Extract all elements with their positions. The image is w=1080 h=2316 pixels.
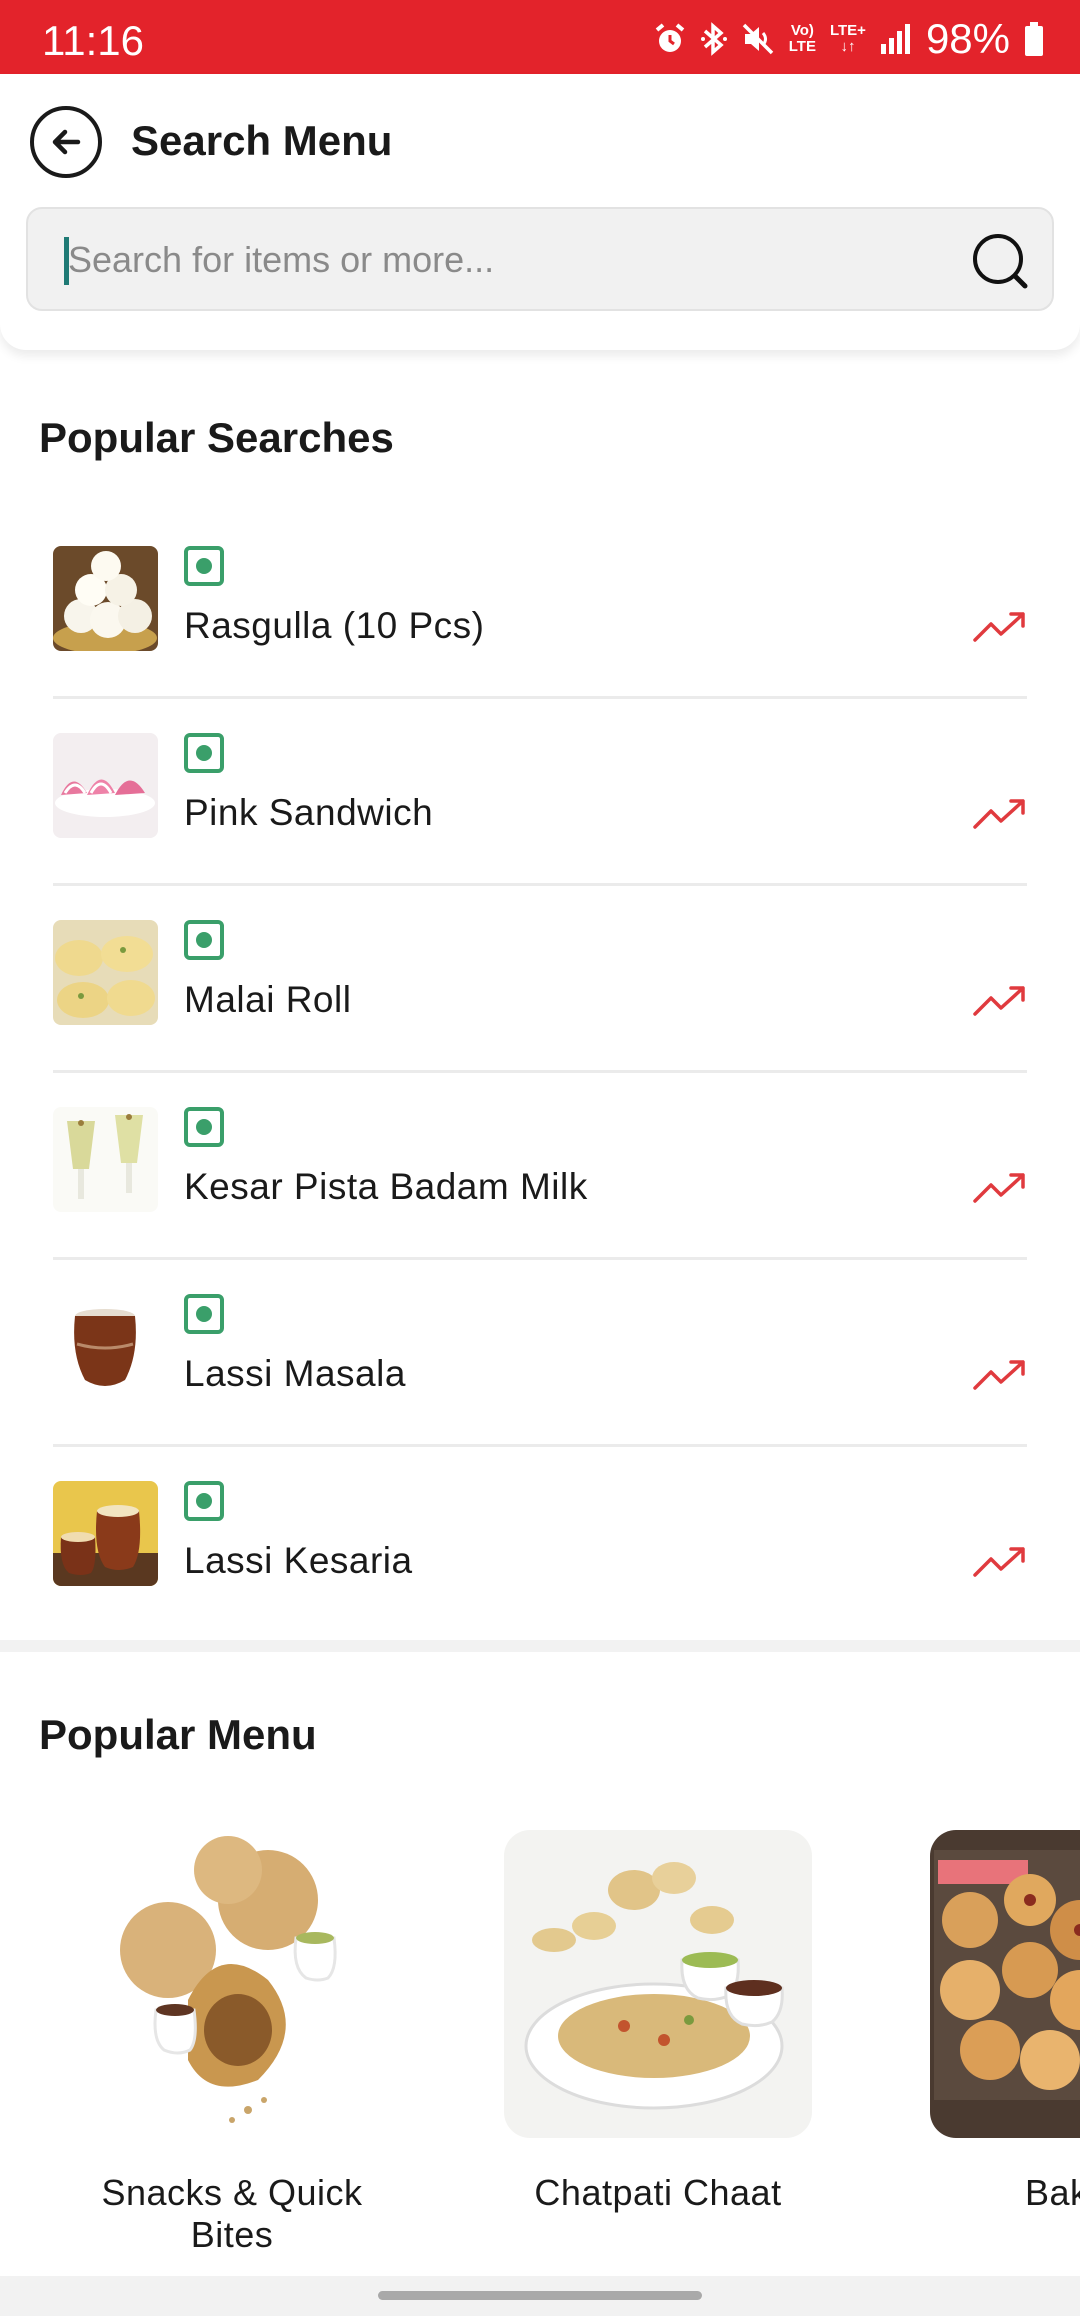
search-icon (973, 234, 1028, 289)
trending-up-icon (973, 799, 1025, 829)
section-divider (0, 1640, 1080, 1652)
battery-percent: 98% (925, 15, 1010, 62)
status-time: 11:16 (42, 17, 144, 64)
veg-icon (184, 920, 224, 960)
kesar-pista-badam-milk-image (53, 1107, 158, 1212)
search-input[interactable] (68, 229, 928, 291)
lassi-kesaria-image (53, 1481, 158, 1586)
popular-searches-title: Popular Searches (39, 414, 394, 461)
list-item[interactable]: Kesar Pista Badam Milk (53, 1073, 1027, 1260)
trending-up-icon (973, 986, 1025, 1016)
item-name: Malai Roll (184, 979, 352, 1020)
trending-up-icon (973, 1173, 1025, 1203)
page-title: Search Menu (131, 117, 393, 164)
veg-icon (184, 1294, 224, 1334)
snacks-image (78, 1830, 386, 2138)
search-box[interactable] (26, 207, 1054, 311)
malai-roll-image (53, 920, 158, 1025)
item-name: Lassi Masala (184, 1353, 406, 1394)
back-button[interactable] (30, 106, 102, 178)
home-indicator[interactable] (378, 2291, 702, 2300)
veg-icon (184, 546, 224, 586)
menu-category-label: Chatpati Chaat (534, 2172, 782, 2213)
pink-sandwich-image (53, 733, 158, 838)
chatpati-chaat-image (504, 1830, 812, 2138)
menu-category-label: Snacks & Quick Bites (101, 2172, 363, 2256)
menu-category-card[interactable]: Snacks & Quick Bites (77, 1830, 387, 2257)
text-cursor (64, 237, 69, 285)
list-item[interactable]: Lassi Masala (53, 1260, 1027, 1447)
item-name: Lassi Kesaria (184, 1540, 413, 1581)
item-name: Rasgulla (10 Pcs) (184, 605, 485, 646)
list-item[interactable]: Pink Sandwich (53, 699, 1027, 886)
trending-up-icon (973, 1360, 1025, 1390)
trending-up-icon (973, 1547, 1025, 1577)
bluetooth-icon (700, 22, 727, 56)
navigation-gesture-area (0, 2276, 1080, 2316)
popular-menu-carousel[interactable]: Snacks & Quick Bites Chatpati Chaat Bak (0, 1830, 1080, 2260)
popular-searches-list: Rasgulla (10 Pcs) Pink Sandwich Malai Ro… (53, 512, 1027, 1634)
menu-category-card[interactable]: Chatpati Chaat (503, 1830, 813, 2214)
list-item[interactable]: Malai Roll (53, 886, 1027, 1073)
volte-indicator: Vo) LTE (788, 22, 816, 55)
list-item[interactable]: Lassi Kesaria (53, 1447, 1027, 1634)
lassi-masala-image (53, 1294, 158, 1399)
status-icons: Vo) LTE LTE+ ↓↑ 98% (653, 18, 1044, 60)
item-name: Pink Sandwich (184, 792, 434, 833)
veg-icon (184, 1481, 224, 1521)
rasgulla-image (53, 546, 158, 651)
trending-up-icon (973, 612, 1025, 642)
lte-indicator: LTE+ ↓↑ (829, 22, 866, 55)
menu-category-card[interactable]: Bak (929, 1830, 1080, 2214)
veg-icon (184, 1107, 224, 1147)
back-arrow-icon (52, 129, 81, 155)
item-name: Kesar Pista Badam Milk (184, 1166, 588, 1207)
popular-menu-title: Popular Menu (39, 1711, 317, 1758)
veg-icon (184, 733, 224, 773)
bakery-image (930, 1830, 1080, 2138)
list-item[interactable]: Rasgulla (10 Pcs) (53, 512, 1027, 699)
search-button[interactable] (970, 231, 1030, 291)
signal-icon (880, 24, 910, 54)
menu-category-label: Bak (1025, 2172, 1080, 2213)
alarm-icon (655, 23, 685, 52)
battery-icon (1025, 22, 1043, 56)
status-bar: 11:16 Vo) LTE LTE+ ↓↑ 98% (0, 0, 1080, 74)
mute-icon (742, 23, 773, 55)
search-header: Search Menu (0, 74, 1080, 350)
